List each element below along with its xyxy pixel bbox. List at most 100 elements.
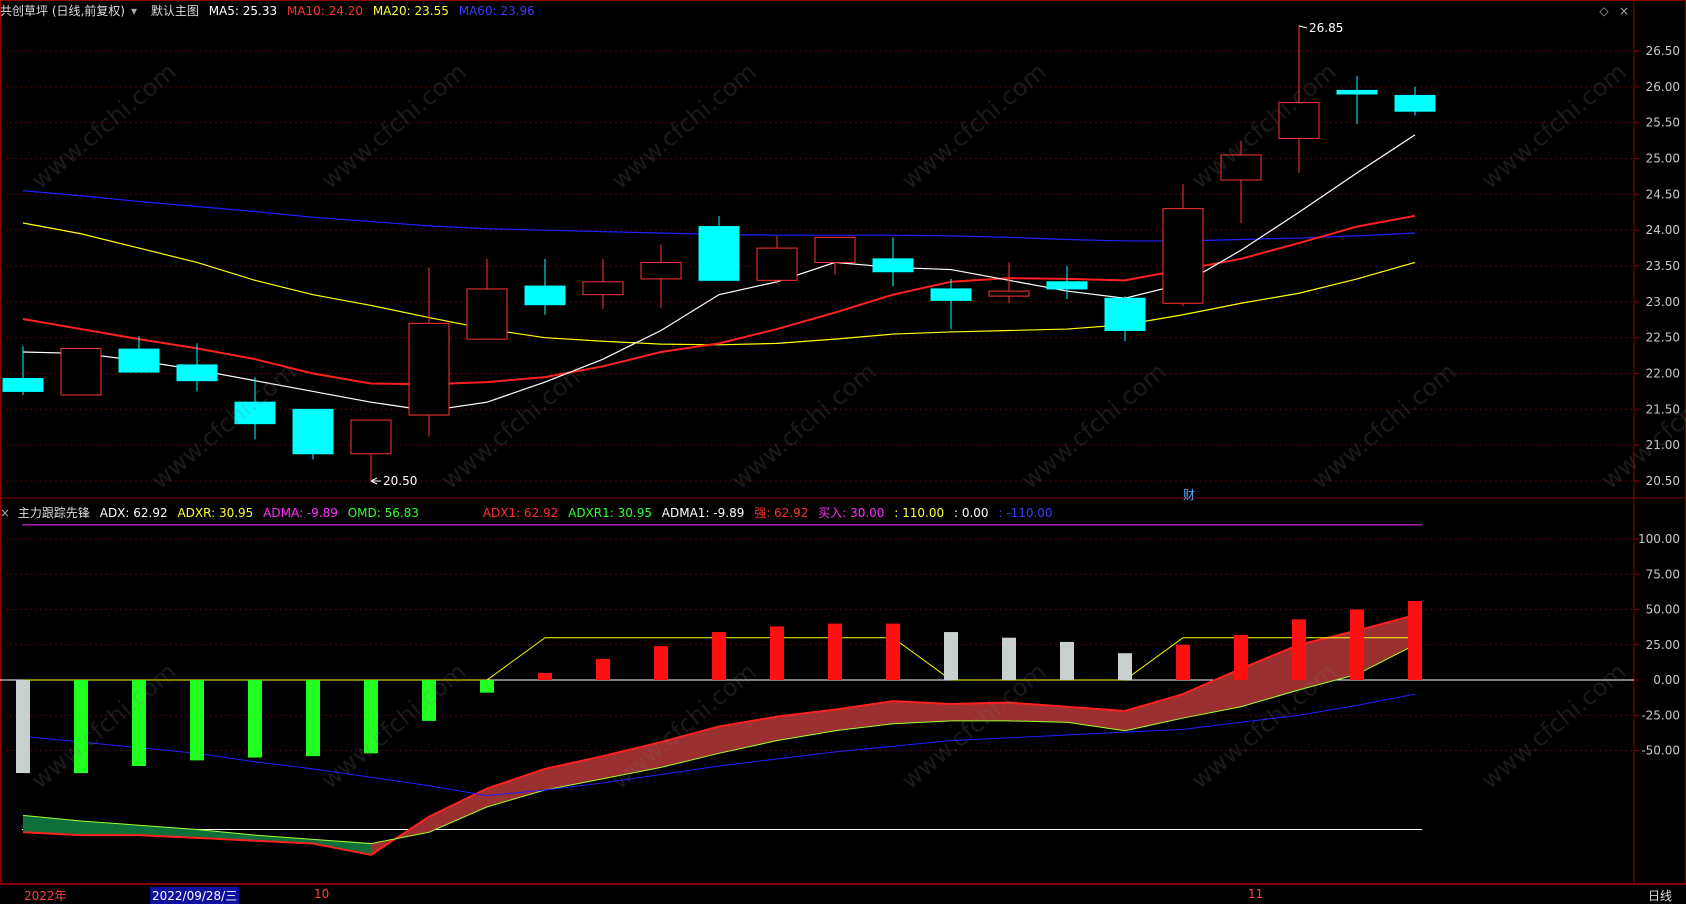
kline-chart-canvas[interactable]: 26.50 26.00 25.50 25.00 24.50 24.00 23.50 23.00… (0, 0, 1686, 903)
watermark-text: www.cfchi.com (26, 657, 182, 794)
ma10-value: MA10: 24.20 (286, 4, 363, 18)
close-icon[interactable]: × (1617, 4, 1631, 18)
indicator-axis-label: 75.00 (1646, 567, 1680, 581)
v110-value: : 110.00 (894, 506, 945, 520)
indicator-bar (596, 658, 610, 680)
candle-body (582, 281, 624, 296)
period-button[interactable]: 日线 (1648, 887, 1672, 904)
indicator-bar (16, 680, 30, 774)
watermark-text: www.cfchi.com (606, 57, 762, 194)
adx1-value: ADX1: 62.92 (482, 506, 559, 520)
indicator-bar (538, 672, 552, 680)
indicator-axis-label: 100.00 (1638, 532, 1680, 546)
candle-body (1162, 208, 1204, 304)
watermark-text: www.cfchi.com (896, 657, 1052, 794)
strong-value: 强: 62.92 (754, 506, 809, 520)
indicator-band (1125, 694, 1183, 731)
candle-body (988, 290, 1030, 297)
price-axis-label: 20.50 (1646, 474, 1680, 488)
price-axis-label: 26.50 (1646, 44, 1680, 58)
indicator-band (1183, 668, 1241, 719)
buy-value: 买入: 30.00 (818, 506, 885, 520)
cursor-date-label: 2022/09/28/三 (150, 887, 240, 904)
main-view-label[interactable]: 默认主图 (151, 4, 199, 18)
adxr-value: ADXR: 30.95 (177, 506, 254, 520)
omd-value: OMD: 56.83 (347, 506, 419, 520)
indicator-band (1357, 615, 1415, 675)
candle-body (466, 288, 508, 340)
indicator-name[interactable]: 主力跟踪先锋 (18, 506, 90, 520)
indicator-bar (1292, 619, 1306, 680)
price-axis-label: 22.50 (1646, 331, 1680, 345)
main-chart-header: 共创草坪 (日线,前复权) ▾ 默认主图 MA5: 25.33 MA10: 24.… (0, 0, 541, 22)
indicator-axis-label: -25.00 (1641, 708, 1680, 722)
candle-body (176, 364, 218, 382)
indicator-bar (770, 626, 784, 680)
indicator-bar (1408, 601, 1422, 680)
candle-body (60, 347, 102, 396)
indicator-axis-label: 50.00 (1646, 603, 1680, 617)
price-axis-label: 26.00 (1646, 80, 1680, 94)
candle-body (1394, 94, 1436, 112)
watermark-text: www.cfchi.com (726, 357, 882, 494)
price-axis-label: 23.00 (1646, 295, 1680, 309)
indicator-bar (1060, 641, 1074, 680)
price-axis-label: 24.50 (1646, 187, 1680, 201)
year-label: 2022年 (24, 889, 67, 903)
finance-marker[interactable]: 财 (1183, 486, 1195, 503)
watermark-text: www.cfchi.com (1476, 657, 1632, 794)
candle-body (1104, 297, 1146, 331)
indicator-bar (248, 680, 262, 758)
indicator-bar (1176, 644, 1190, 680)
price-axis-label: 24.00 (1646, 223, 1680, 237)
candle-body (814, 236, 856, 263)
candle-body (756, 247, 798, 281)
indicator-bar (712, 632, 726, 680)
indicator-band (487, 768, 545, 807)
indicator-bar (886, 623, 900, 680)
candle-body (524, 285, 566, 306)
indicator-axis-label: -50.00 (1641, 744, 1680, 758)
watermark-text: www.cfchi.com (1476, 57, 1632, 194)
price-axis-label: 23.50 (1646, 259, 1680, 273)
stock-title[interactable]: 共创草坪 (日线,前复权) (0, 4, 125, 18)
low-marker (370, 477, 381, 485)
candle-body (118, 348, 160, 373)
high-marker (1298, 25, 1308, 29)
settings-diamond-icon[interactable]: ◇ (1597, 4, 1611, 18)
v0-value: : 0.00 (953, 506, 989, 520)
candle-body (930, 288, 972, 301)
month-nov-label: 11 (1248, 887, 1264, 901)
watermark-text: www.cfchi.com (436, 357, 592, 494)
indicator-bar (828, 623, 842, 680)
indicator-bar (1234, 634, 1248, 680)
high-price-label: 26.85 (1309, 21, 1343, 35)
adxr1-value: ADXR1: 30.95 (568, 506, 652, 520)
vneg110-value: : -110.00 (998, 506, 1053, 520)
candle-body (2, 378, 44, 392)
price-axis-label: 25.50 (1646, 116, 1680, 130)
time-axis-bar: 2022年 2022/09/28/三 10 11 日线 (0, 884, 1686, 904)
candle-body (698, 226, 740, 281)
watermark-text: www.cfchi.com (316, 57, 472, 194)
indicator-bar (1350, 609, 1364, 680)
watermark-text: www.cfchi.com (26, 57, 182, 194)
candle-body (350, 419, 392, 455)
candle-body (872, 258, 914, 273)
candle-body (1046, 281, 1088, 290)
indicator-close-icon[interactable]: × (0, 506, 10, 520)
indicator-bar (306, 680, 320, 757)
price-axis-label: 22.00 (1646, 367, 1680, 381)
watermark-text: www.cfchi.com (146, 357, 302, 494)
adx-value: ADX: 62.92 (99, 506, 168, 520)
indicator-header: × 主力跟踪先锋 ADX: 62.92 ADXR: 30.95 ADMA: -9… (0, 502, 1059, 524)
indicator-axis-label: 0.00 (1653, 673, 1680, 687)
indicator-bar (1118, 653, 1132, 680)
low-price-label: 20.50 (383, 474, 417, 488)
ma60-value: MA60: 23.96 (458, 4, 535, 18)
indicator-bar (480, 680, 494, 693)
indicator-bar (654, 646, 668, 680)
dropdown-icon[interactable]: ▾ (131, 4, 137, 18)
ma5-value: MA5: 25.33 (208, 4, 278, 18)
indicator-axis-label: 25.00 (1646, 638, 1680, 652)
